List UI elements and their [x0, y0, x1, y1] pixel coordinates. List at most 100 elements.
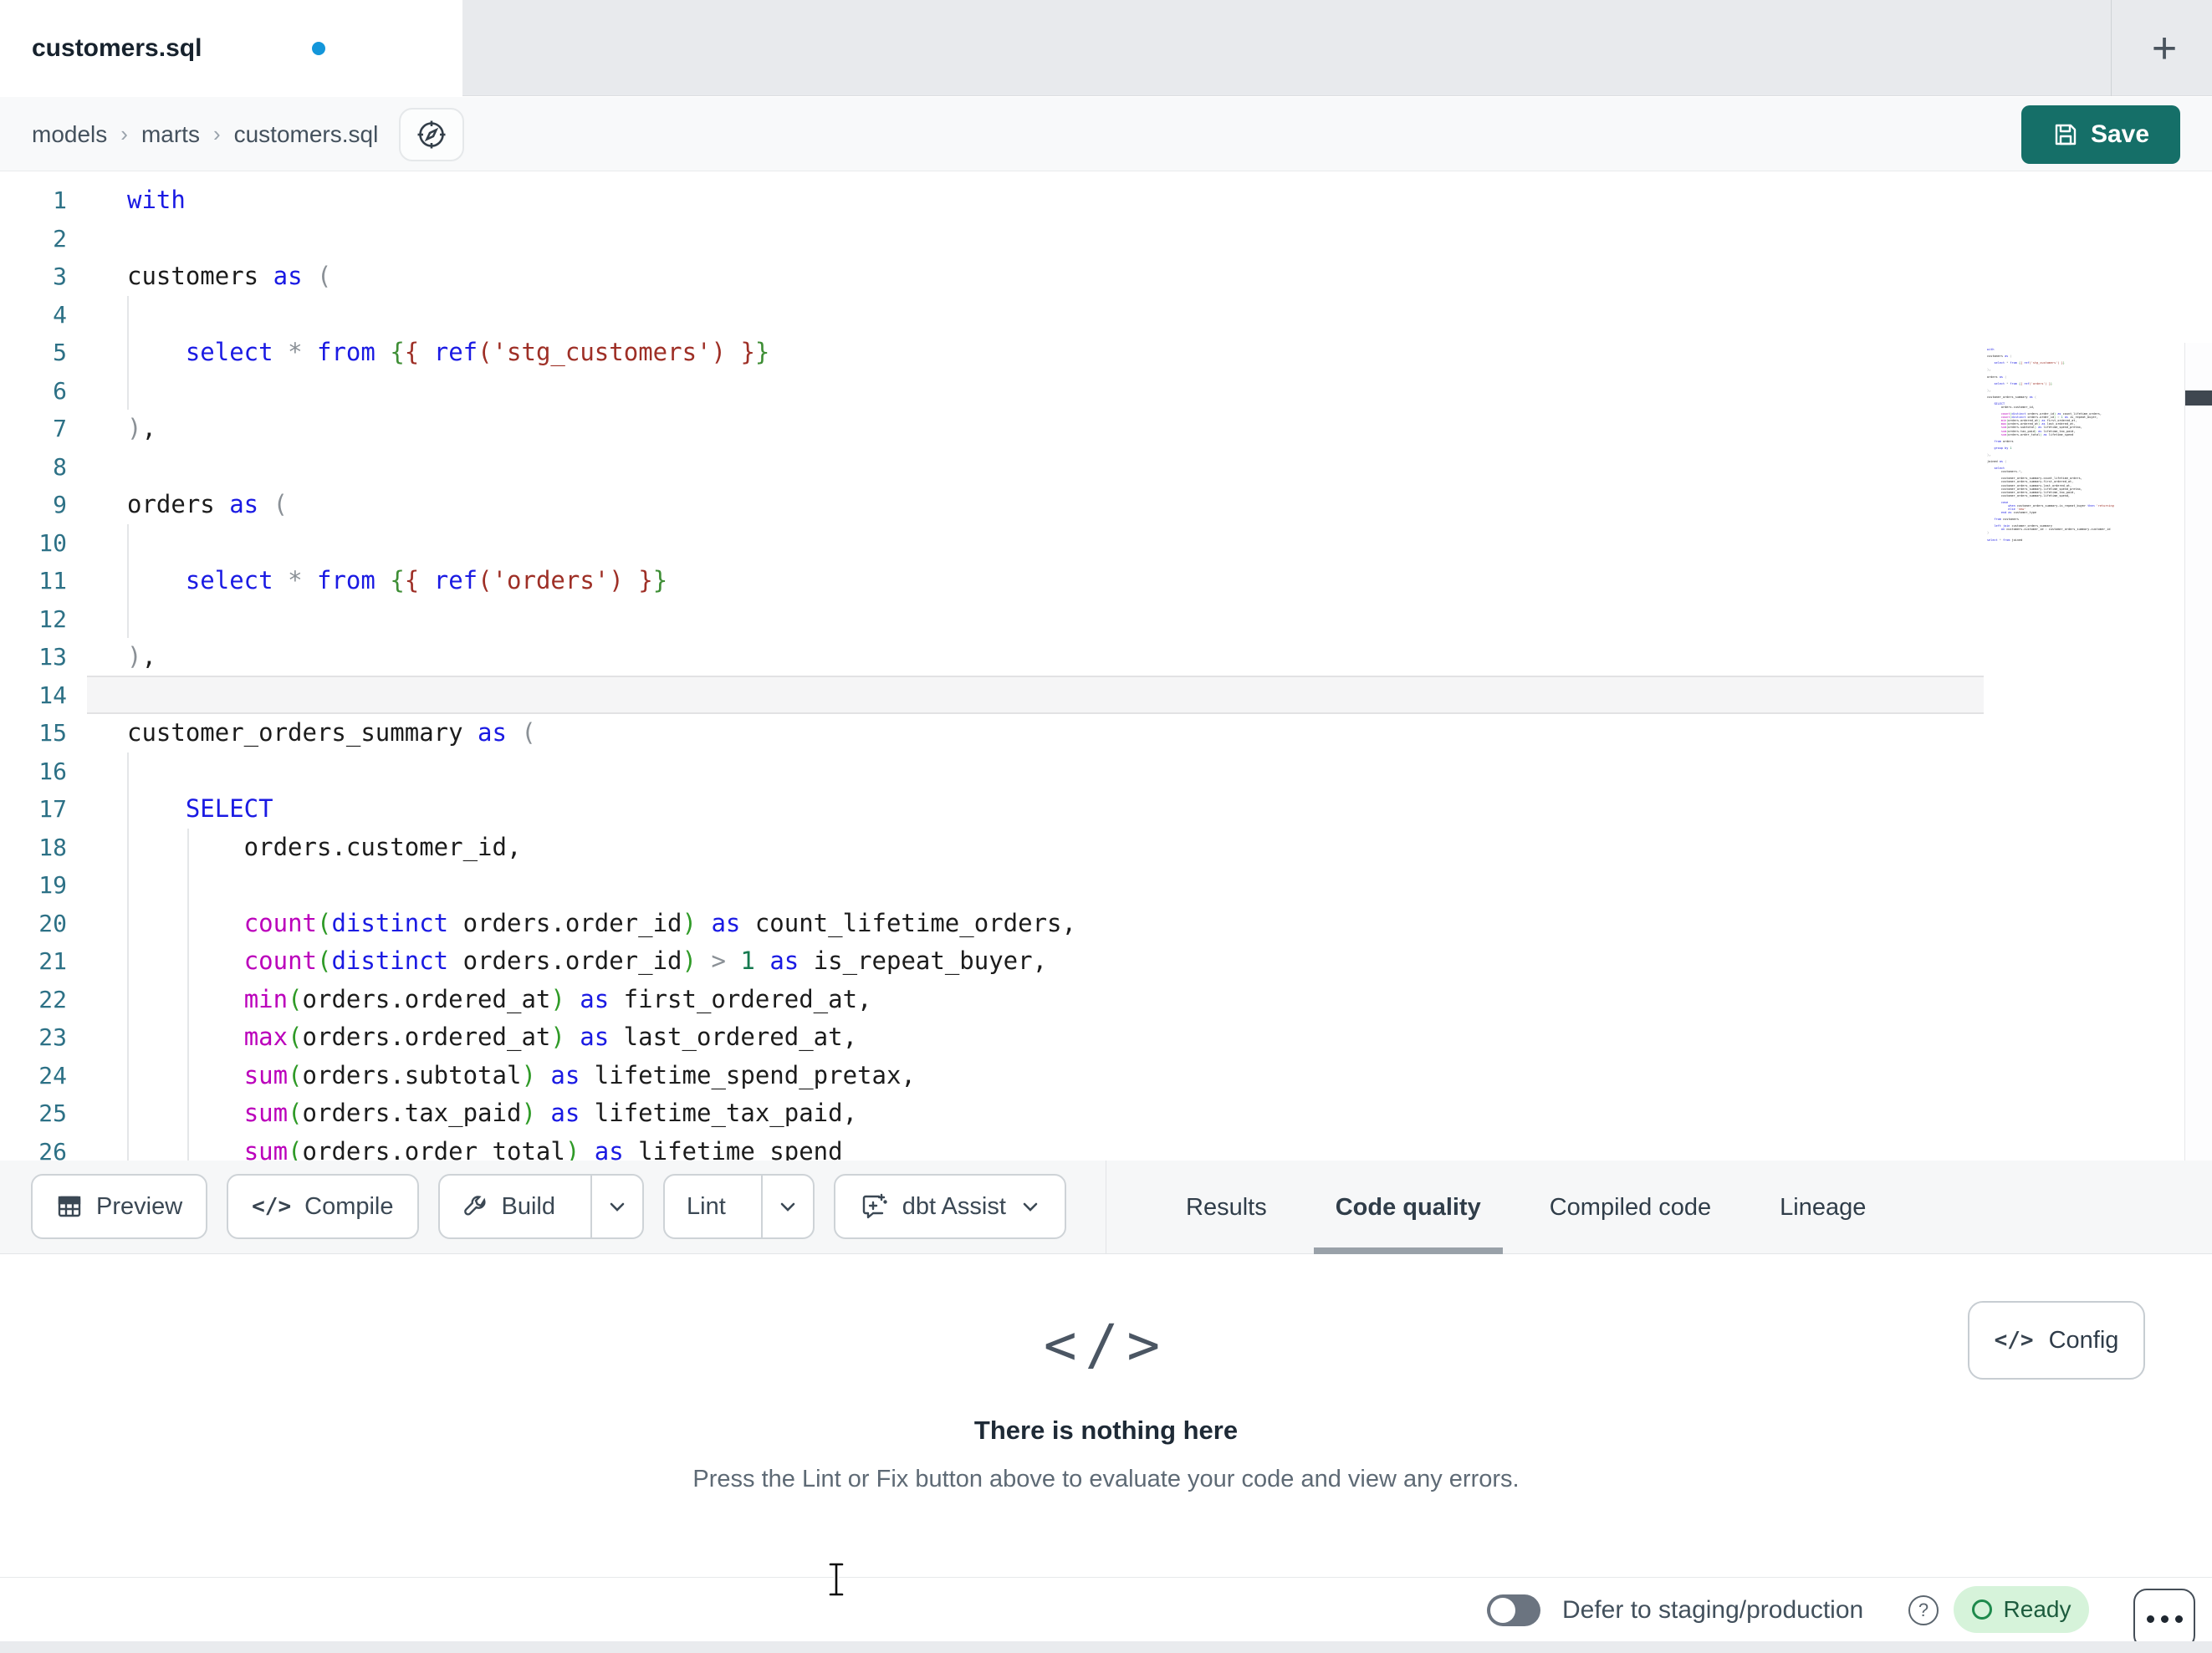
line-number: 4	[53, 300, 67, 329]
tab-lineage[interactable]: Lineage	[1758, 1161, 1888, 1254]
line-number: 12	[38, 605, 67, 633]
code-line[interactable]: sum(orders.tax_paid) as lifetime_tax_pai…	[127, 1094, 1076, 1133]
config-button[interactable]: </> Config	[1968, 1301, 2145, 1380]
line-number: 1	[53, 186, 67, 214]
tab-results[interactable]: Results	[1164, 1161, 1289, 1254]
save-label: Save	[2090, 120, 2150, 148]
lint-label: Lint	[687, 1192, 726, 1220]
code-brackets-icon: </>	[1043, 1313, 1169, 1377]
tab-compiled-code[interactable]: Compiled code	[1528, 1161, 1733, 1254]
code-line[interactable]	[127, 524, 1076, 563]
code-line[interactable]: ),	[127, 410, 1076, 448]
chevron-right-icon: ›	[212, 121, 221, 146]
new-tab-button[interactable]: +	[2131, 15, 2198, 82]
code-line[interactable]: sum(orders.order_total) as lifetime_spen…	[127, 1133, 1076, 1161]
line-number: 16	[38, 757, 67, 785]
action-buttons: Preview </> Compile Build Lint dbt Assis…	[31, 1174, 1066, 1239]
save-button[interactable]: Save	[2021, 105, 2180, 164]
line-number-gutter: 1 2 3 4 5 6 7 8 9 10 11 12 13 14 15 16 17 18 19 20 21 22 23 24 2…	[0, 181, 67, 1161]
minimap[interactable]: with customers as ( select * from {{ ref(…	[1987, 348, 2114, 550]
empty-state-title: There is nothing here	[973, 1416, 1239, 1445]
code-line[interactable]: with	[127, 181, 1076, 220]
code-line[interactable]	[127, 296, 1076, 334]
code-line[interactable]: max(orders.ordered_at) as last_ordered_a…	[127, 1018, 1076, 1057]
defer-label: Defer to staging/production	[1562, 1595, 1864, 1624]
code-line[interactable]: min(orders.ordered_at) as first_ordered_…	[127, 981, 1076, 1019]
breadcrumb: models › marts › customers.sql	[32, 97, 378, 171]
lint-button[interactable]: Lint	[665, 1176, 748, 1237]
scrollbar-thumb[interactable]	[2185, 390, 2212, 406]
line-number: 22	[38, 985, 67, 1013]
line-number: 5	[53, 339, 67, 366]
breadcrumb-marts[interactable]: marts	[141, 121, 200, 148]
code-brackets-icon: </>	[1994, 1328, 2034, 1353]
code-line[interactable]	[127, 676, 1076, 715]
line-number: 21	[38, 947, 67, 975]
compass-icon	[415, 118, 448, 151]
help-icon[interactable]: ?	[1908, 1595, 1939, 1625]
compile-button[interactable]: </> Compile	[227, 1174, 419, 1239]
build-dropdown-button[interactable]	[590, 1176, 642, 1237]
code-line[interactable]: select * from {{ ref('orders') }}	[127, 562, 1076, 600]
empty-state: </> There is nothing here Press the Lint…	[0, 1254, 2212, 1493]
defer-toggle[interactable]	[1487, 1594, 1540, 1626]
lineage-compass-button[interactable]	[399, 108, 464, 161]
code-line[interactable]: ),	[127, 638, 1076, 676]
build-button[interactable]: Build	[440, 1176, 578, 1237]
line-number: 19	[38, 871, 67, 899]
unsaved-changes-dot-icon	[312, 42, 326, 55]
line-number: 2	[53, 224, 67, 253]
code-line[interactable]: customer_orders_summary as (	[127, 714, 1076, 753]
more-options-button[interactable]	[2133, 1589, 2195, 1649]
code-editor[interactable]: 1 2 3 4 5 6 7 8 9 10 11 12 13 14 15 16 17 18 19 20 21 22 23 24 2…	[0, 171, 2212, 1161]
preview-button[interactable]: Preview	[31, 1174, 208, 1239]
save-icon	[2052, 121, 2079, 148]
tab-code-quality[interactable]: Code quality	[1313, 1161, 1503, 1254]
dbt-assist-button[interactable]: dbt Assist	[833, 1174, 1066, 1239]
line-number: 6	[53, 376, 67, 405]
code-lines[interactable]: with customers as ( select * from {{ ref(…	[127, 181, 1076, 1161]
line-number: 20	[38, 909, 67, 937]
code-line[interactable]	[127, 753, 1076, 791]
status-bar: Defer to staging/production ? Ready	[0, 1577, 2212, 1649]
code-line[interactable]: select * from {{ ref('stg_customers') }}	[127, 334, 1076, 372]
line-number: 18	[38, 833, 67, 861]
line-number: 8	[53, 452, 67, 481]
code-line[interactable]: sum(orders.subtotal) as lifetime_spend_p…	[127, 1057, 1076, 1095]
build-label: Build	[501, 1192, 556, 1220]
breadcrumb-customers-sql[interactable]: customers.sql	[234, 121, 379, 148]
empty-state-subtitle: Press the Lint or Fix button above to ev…	[692, 1466, 1520, 1492]
code-line[interactable]: customers as (	[127, 258, 1076, 296]
chevron-down-icon	[1023, 1202, 1038, 1212]
code-line[interactable]	[127, 372, 1076, 411]
code-line[interactable]: SELECT	[127, 790, 1076, 829]
ready-status-badge[interactable]: Ready	[1954, 1586, 2089, 1633]
editor-scrollbar[interactable]	[2184, 343, 2212, 1161]
dbt-ide-screen: { "colors": { "accent_teal": "#156f68", …	[0, 0, 2212, 1653]
line-number: 7	[53, 415, 67, 442]
line-number: 3	[53, 263, 67, 290]
code-line[interactable]: orders.customer_id,	[127, 829, 1076, 867]
breadcrumb-bar: models › marts › customers.sql Save	[0, 97, 2212, 171]
assist-chat-sparkle-icon	[859, 1191, 889, 1222]
text-cursor-ibeam	[826, 1562, 846, 1597]
tab-title: customers.sql	[32, 34, 202, 62]
line-number: 17	[38, 795, 67, 823]
table-grid-icon	[56, 1193, 83, 1220]
code-line[interactable]: orders as (	[127, 486, 1076, 524]
tab-customers-sql[interactable]: customers.sql	[0, 0, 462, 97]
line-number: 25	[38, 1099, 67, 1127]
lint-split-button: Lint	[663, 1174, 815, 1239]
bottom-edge-strip	[0, 1641, 2212, 1653]
line-number: 15	[38, 719, 67, 747]
chevron-right-icon: ›	[120, 121, 128, 146]
code-line[interactable]	[127, 866, 1076, 905]
code-line[interactable]	[127, 448, 1076, 487]
breadcrumb-models[interactable]: models	[32, 121, 107, 148]
code-line[interactable]: count(distinct orders.order_id) as count…	[127, 905, 1076, 943]
code-line[interactable]: count(distinct orders.order_id) > 1 as i…	[127, 942, 1076, 981]
line-number: 10	[38, 528, 67, 557]
lint-dropdown-button[interactable]	[760, 1176, 813, 1237]
code-line[interactable]	[127, 600, 1076, 639]
code-line[interactable]	[127, 220, 1076, 258]
